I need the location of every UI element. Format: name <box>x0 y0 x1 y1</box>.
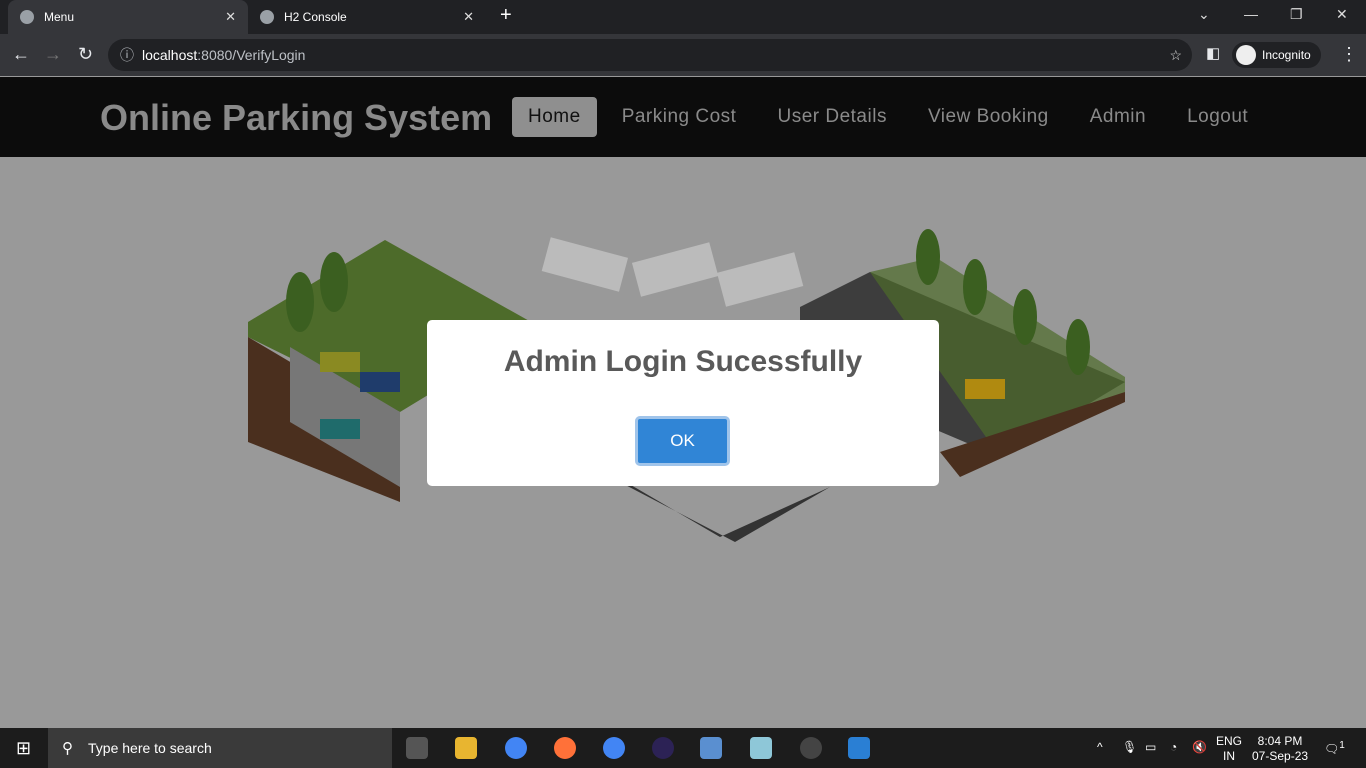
forward-icon[interactable]: → <box>44 44 62 65</box>
browser-menu-icon[interactable]: ⋮ <box>1340 44 1358 65</box>
success-dialog: Admin Login Sucessfully OK <box>427 320 939 486</box>
firefox-icon[interactable] <box>554 737 576 759</box>
globe-icon <box>260 10 274 24</box>
globe-icon <box>20 10 34 24</box>
battery-icon[interactable]: ▭ <box>1145 740 1156 755</box>
profile-label: Incognito <box>1262 48 1311 62</box>
clock[interactable]: 8:04 PM 07-Sep-23 <box>1252 734 1308 764</box>
browser-tab-bar: Menu ✕ H2 Console ✕ + ⌄ — ❐ ✕ <box>0 0 1366 34</box>
chrome-icon[interactable] <box>505 737 527 759</box>
dialog-title: Admin Login Sucessfully <box>503 345 863 378</box>
tab-label: Menu <box>44 10 75 24</box>
close-tab-icon[interactable]: ✕ <box>463 9 474 25</box>
nav-home[interactable]: Home <box>512 97 597 137</box>
info-icon: ⓘ <box>120 47 134 63</box>
nav-admin[interactable]: Admin <box>1074 97 1162 137</box>
lang-label: ENG <box>1216 734 1243 748</box>
language-indicator[interactable]: ENG IN <box>1216 734 1242 764</box>
notification-count: 1 <box>1339 740 1345 751</box>
notification-center-icon[interactable]: 🗨1 <box>1324 738 1345 757</box>
tab-menu[interactable]: Menu ✕ <box>8 0 248 34</box>
windows-start-icon[interactable]: ⊞ <box>16 738 31 759</box>
browser-toolbar: ← → ↻ ⓘ localhost:8080/VerifyLogin ☆ ◧ I… <box>0 34 1366 76</box>
url-path: :8080/VerifyLogin <box>197 47 306 63</box>
chrome-incognito-icon[interactable] <box>603 737 625 759</box>
taskbar-search[interactable]: ⚲ Type here to search <box>48 728 392 768</box>
incognito-icon <box>1236 45 1256 65</box>
date-label: 07-Sep-23 <box>1252 749 1309 763</box>
incognito-badge[interactable]: Incognito <box>1232 42 1321 68</box>
nav-parking-cost[interactable]: Parking Cost <box>606 97 753 137</box>
ok-button[interactable]: OK <box>635 416 730 466</box>
url-host: localhost <box>142 47 198 63</box>
photos-icon[interactable] <box>848 737 870 759</box>
time-label: 8:04 PM <box>1257 734 1303 748</box>
remote-desktop-icon[interactable] <box>700 737 722 759</box>
notepad-icon[interactable] <box>750 737 772 759</box>
close-window-button[interactable]: ✕ <box>1336 6 1348 23</box>
eclipse-icon[interactable] <box>652 737 674 759</box>
search-icon: ⚲ <box>62 740 73 757</box>
bookmark-star-icon[interactable]: ☆ <box>1169 47 1182 64</box>
task-view-icon[interactable] <box>406 737 428 759</box>
tab-label: H2 Console <box>284 10 347 24</box>
obs-icon[interactable] <box>800 737 822 759</box>
volume-muted-icon[interactable]: 🔇 <box>1192 740 1207 755</box>
tab-h2-console[interactable]: H2 Console ✕ <box>248 0 486 34</box>
site-menu: Home Parking Cost User Details View Book… <box>512 97 1273 137</box>
windows-taskbar: ⊞ ⚲ Type here to search ^ 🎙 ▭ ◔ 🔇 ENG IN … <box>0 728 1366 768</box>
address-bar[interactable]: ⓘ localhost:8080/VerifyLogin ☆ <box>108 39 1192 71</box>
file-explorer-icon[interactable] <box>455 737 477 759</box>
side-panel-icon[interactable]: ◧ <box>1206 44 1220 62</box>
nav-logout[interactable]: Logout <box>1171 97 1264 137</box>
wifi-icon[interactable]: ◔ <box>1170 740 1177 755</box>
close-tab-icon[interactable]: ✕ <box>225 9 236 25</box>
reload-icon[interactable]: ↻ <box>78 44 93 65</box>
back-icon[interactable]: ← <box>12 44 30 65</box>
region-label: IN <box>1223 749 1235 763</box>
tab-search-icon[interactable]: ⌄ <box>1198 6 1210 23</box>
site-navbar: Online Parking System Home Parking Cost … <box>0 77 1366 157</box>
microphone-icon[interactable]: 🎙 <box>1122 740 1137 755</box>
nav-view-booking[interactable]: View Booking <box>912 97 1065 137</box>
new-tab-button[interactable]: + <box>500 4 512 27</box>
restore-button[interactable]: ❐ <box>1290 6 1303 23</box>
search-placeholder: Type here to search <box>88 740 212 756</box>
site-brand[interactable]: Online Parking System <box>100 97 492 139</box>
minimize-button[interactable]: — <box>1244 6 1258 22</box>
show-hidden-icons[interactable]: ^ <box>1097 740 1103 755</box>
nav-user-details[interactable]: User Details <box>761 97 902 137</box>
